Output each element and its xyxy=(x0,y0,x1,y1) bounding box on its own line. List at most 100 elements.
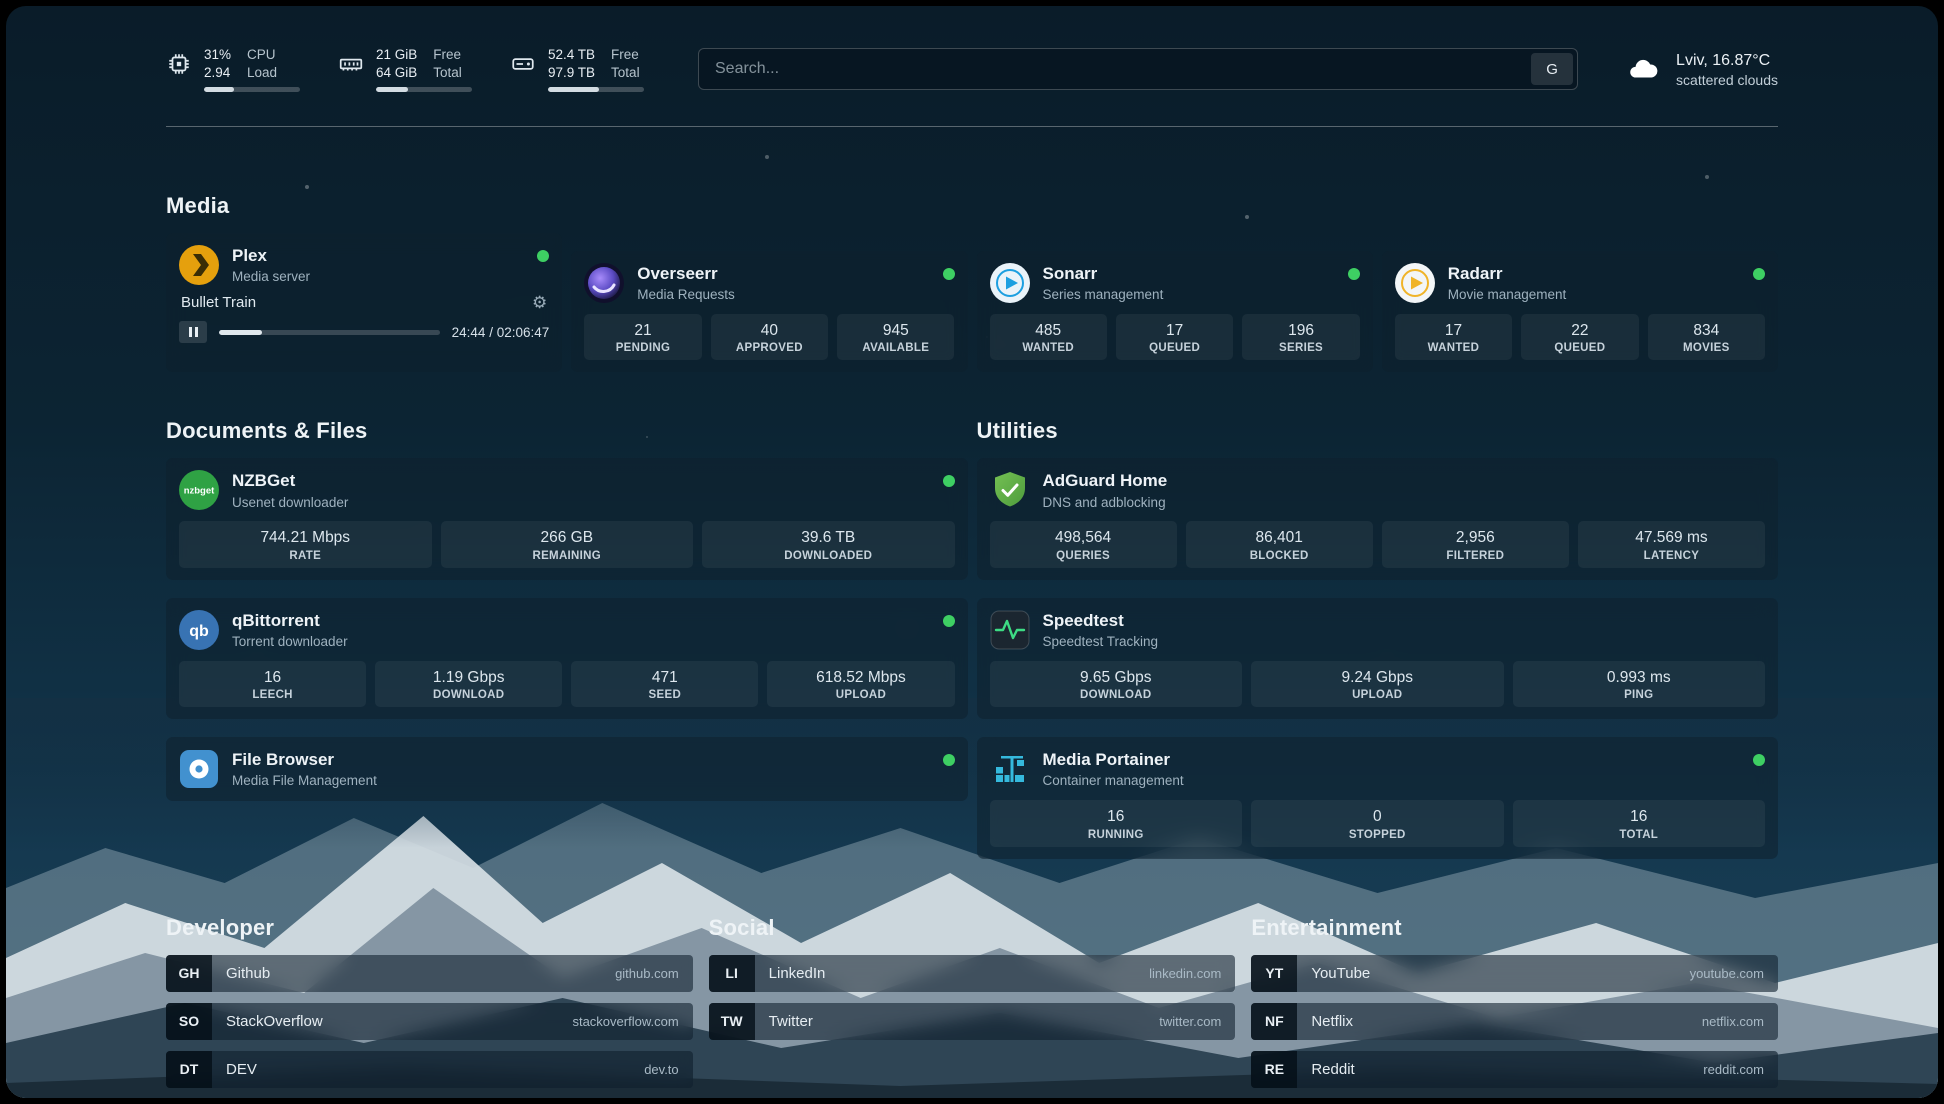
stat-value: 17 xyxy=(1120,321,1229,340)
cpu-progress-track xyxy=(204,87,300,92)
stat-label: QUERIES xyxy=(994,550,1173,562)
svg-text:nzbget: nzbget xyxy=(184,486,215,497)
adguard-name: AdGuard Home xyxy=(1043,471,1766,491)
svg-text:qb: qb xyxy=(189,623,209,640)
stat-value: 21 xyxy=(588,321,697,340)
bookmark-linkedin[interactable]: LI LinkedIn linkedin.com xyxy=(709,955,1236,992)
stat-value: 2,956 xyxy=(1386,528,1565,547)
stat-download: 1.19 Gbps DOWNLOAD xyxy=(375,661,562,707)
memory-label-1: Free xyxy=(433,46,462,64)
overseerr-card[interactable]: Overseerr Media Requests 21 PENDING 40 A… xyxy=(571,251,967,372)
bookmark-name: Twitter xyxy=(769,1013,1160,1030)
plex-playback-time: 24:44 / 02:06:47 xyxy=(452,325,550,340)
stat-label: TOTAL xyxy=(1517,829,1762,841)
documents-section-title: Documents & Files xyxy=(166,418,968,444)
plex-card[interactable]: Plex Media server Bullet Train ⚙ xyxy=(166,233,562,372)
bookmark-github[interactable]: GH Github github.com xyxy=(166,955,693,992)
search-provider-button[interactable]: G xyxy=(1531,53,1573,85)
plex-name: Plex xyxy=(232,246,537,266)
bookmark-youtube[interactable]: YT YouTube youtube.com xyxy=(1251,955,1778,992)
weather-location: Lviv, 16.87°C xyxy=(1676,50,1778,72)
speedtest-name: Speedtest xyxy=(1043,611,1766,631)
top-bar: 31% 2.94 CPU Load xyxy=(166,6,1778,92)
memory-values: 21 GiB 64 GiB xyxy=(376,46,417,81)
bookmark-name: YouTube xyxy=(1311,965,1689,982)
stat-wanted: 485 WANTED xyxy=(990,314,1107,360)
portainer-status-dot xyxy=(1753,754,1765,766)
stat-value: 196 xyxy=(1246,321,1355,340)
stat-available: 945 AVAILABLE xyxy=(837,314,954,360)
radarr-icon xyxy=(1395,263,1435,303)
gear-icon[interactable]: ⚙ xyxy=(532,294,547,311)
bookmark-abbr: GH xyxy=(166,955,212,992)
stat-label: SERIES xyxy=(1246,342,1355,354)
stat-label: DOWNLOAD xyxy=(379,689,558,701)
nzbget-card[interactable]: nzbget NZBGet Usenet downloader 744.21 M… xyxy=(166,458,968,579)
stat-leech: 16 LEECH xyxy=(179,661,366,707)
bookmark-dev[interactable]: DT DEV dev.to xyxy=(166,1051,693,1088)
overseerr-icon xyxy=(584,263,624,303)
bookmark-abbr: NF xyxy=(1251,1003,1297,1040)
stat-value: 9.65 Gbps xyxy=(994,668,1239,687)
sonarr-subtitle: Series management xyxy=(1043,287,1348,302)
memory-progress-track xyxy=(376,87,472,92)
stat-upload: 618.52 Mbps UPLOAD xyxy=(767,661,954,707)
developer-section-title: Developer xyxy=(166,915,693,941)
adguard-icon xyxy=(990,470,1030,510)
cpu-widget: 31% 2.94 CPU Load xyxy=(166,46,300,92)
stat-download: 9.65 Gbps DOWNLOAD xyxy=(990,661,1243,707)
adguard-card[interactable]: AdGuard Home DNS and adblocking 498,564 … xyxy=(977,458,1779,579)
stat-filtered: 2,956 FILTERED xyxy=(1382,521,1569,567)
portainer-icon xyxy=(990,749,1030,789)
disk-value-2: 97.9 TB xyxy=(548,64,595,82)
plex-progress-track[interactable] xyxy=(219,330,440,335)
stat-value: 834 xyxy=(1652,321,1761,340)
section-developer: Developer GH Github github.com SO StackO… xyxy=(166,915,693,1088)
weather-widget: Lviv, 16.87°C scattered clouds xyxy=(1622,50,1778,88)
qbittorrent-card[interactable]: qb qBittorrent Torrent downloader 16 LEE… xyxy=(166,598,968,719)
portainer-card[interactable]: Media Portainer Container management 16 … xyxy=(977,737,1779,858)
bookmark-twitter[interactable]: TW Twitter twitter.com xyxy=(709,1003,1236,1040)
stat-label: APPROVED xyxy=(715,342,824,354)
radarr-name: Radarr xyxy=(1448,264,1753,284)
bookmark-stackoverflow[interactable]: SO StackOverflow stackoverflow.com xyxy=(166,1003,693,1040)
bookmark-url: reddit.com xyxy=(1703,1062,1764,1077)
filebrowser-card[interactable]: File Browser Media File Management xyxy=(166,737,968,801)
plex-now-playing: Bullet Train xyxy=(181,294,256,311)
stat-label: WANTED xyxy=(1399,342,1508,354)
bookmark-name: Github xyxy=(226,965,615,982)
stat-label: LEECH xyxy=(183,689,362,701)
speedtest-card[interactable]: Speedtest Speedtest Tracking 9.65 Gbps D… xyxy=(977,598,1779,719)
cpu-values: 31% 2.94 xyxy=(204,46,231,81)
memory-value-1: 21 GiB xyxy=(376,46,417,64)
bookmark-abbr: YT xyxy=(1251,955,1297,992)
speedtest-icon xyxy=(990,610,1030,650)
memory-widget: 21 GiB 64 GiB Free Total xyxy=(338,46,472,92)
disk-widget: 52.4 TB 97.9 TB Free Total xyxy=(510,46,644,92)
memory-progress-fill xyxy=(376,87,408,92)
bookmark-abbr: SO xyxy=(166,1003,212,1040)
stat-label: QUEUED xyxy=(1120,342,1229,354)
stat-seed: 471 SEED xyxy=(571,661,758,707)
filebrowser-name: File Browser xyxy=(232,750,943,770)
radarr-card[interactable]: Radarr Movie management 17 WANTED 22 QUE… xyxy=(1382,251,1778,372)
stat-value: 16 xyxy=(183,668,362,687)
plex-subtitle: Media server xyxy=(232,269,537,284)
pause-button[interactable] xyxy=(179,321,207,343)
stat-label: STOPPED xyxy=(1255,829,1500,841)
nzbget-name: NZBGet xyxy=(232,471,943,491)
qbittorrent-name: qBittorrent xyxy=(232,611,943,631)
dashboard-page: 31% 2.94 CPU Load xyxy=(6,6,1938,1098)
bookmark-reddit[interactable]: RE Reddit reddit.com xyxy=(1251,1051,1778,1088)
qbittorrent-status-dot xyxy=(943,615,955,627)
stat-value: 471 xyxy=(575,668,754,687)
stat-label: SEED xyxy=(575,689,754,701)
sonarr-card[interactable]: Sonarr Series management 485 WANTED 17 Q… xyxy=(977,251,1373,372)
stat-total: 16 TOTAL xyxy=(1513,800,1766,846)
media-grid: Plex Media server Bullet Train ⚙ xyxy=(166,233,1778,372)
bookmark-name: Reddit xyxy=(1311,1061,1703,1078)
search-input[interactable] xyxy=(698,48,1578,90)
stat-value: 0 xyxy=(1255,807,1500,826)
bookmark-netflix[interactable]: NF Netflix netflix.com xyxy=(1251,1003,1778,1040)
sonarr-icon xyxy=(990,263,1030,303)
